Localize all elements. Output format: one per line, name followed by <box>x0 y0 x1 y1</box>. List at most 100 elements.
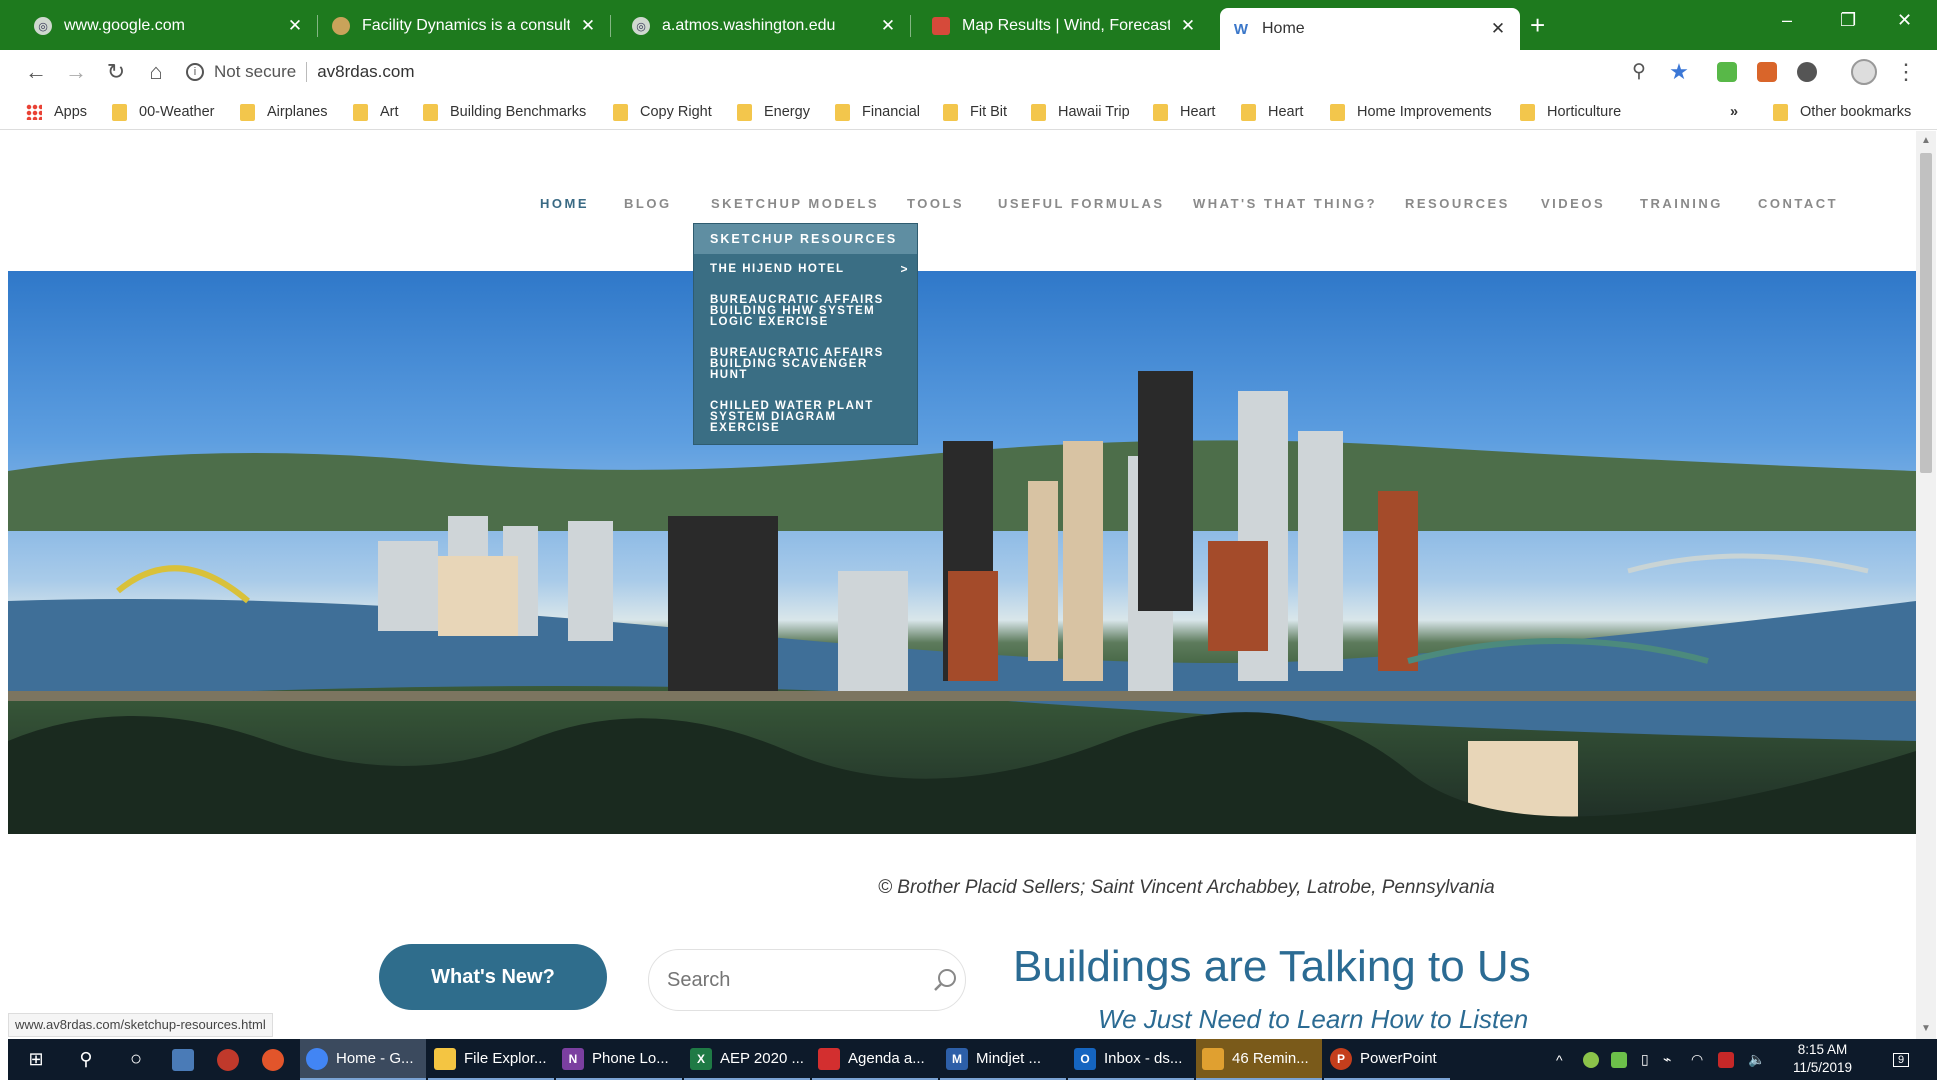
pinned-app-icon[interactable] <box>253 1039 293 1080</box>
volume-icon[interactable]: 🔈 <box>1748 1039 1765 1080</box>
scroll-up-icon[interactable]: ▲ <box>1921 135 1931 146</box>
notifications-icon[interactable]: 9 <box>1893 1039 1910 1080</box>
taskbar-excel[interactable]: X AEP 2020 ... <box>684 1039 810 1080</box>
taskbar-chrome[interactable]: Home - G... <box>300 1039 426 1080</box>
address-bar[interactable]: i Not secure av8rdas.com <box>186 56 415 88</box>
show-hidden-icons[interactable]: ^ <box>1556 1039 1563 1080</box>
close-icon[interactable]: ✕ <box>578 16 598 36</box>
folder-icon <box>1031 103 1046 121</box>
bookmark-folder[interactable]: Building Benchmarks <box>423 100 586 124</box>
tray-icon[interactable] <box>1611 1039 1627 1080</box>
menu-icon[interactable]: ⋮ <box>1892 58 1920 86</box>
other-bookmarks[interactable]: Other bookmarks <box>1773 100 1911 124</box>
minimize-icon[interactable]: – <box>1782 10 1792 31</box>
close-icon[interactable]: ✕ <box>1178 16 1198 36</box>
profile-avatar[interactable] <box>1851 59 1877 85</box>
nav-videos[interactable]: VIDEOS <box>1541 196 1605 211</box>
close-icon[interactable]: ✕ <box>878 16 898 36</box>
pdf-icon <box>818 1047 840 1070</box>
bookmark-folder[interactable]: Airplanes <box>240 100 327 124</box>
close-window-icon[interactable]: ✕ <box>1897 10 1912 31</box>
zoom-icon[interactable]: ⚲ <box>1625 58 1653 86</box>
bookmark-folder[interactable]: Copy Right <box>613 100 712 124</box>
tab-facility-dynamics[interactable]: Facility Dynamics is a consulting ✕ <box>320 7 611 45</box>
restore-icon[interactable]: ❐ <box>1840 10 1856 31</box>
nav-blog[interactable]: BLOG <box>624 196 672 211</box>
dropdown-item-chilled-water[interactable]: CHILLED WATER PLANT SYSTEM DIAGRAM EXERC… <box>694 391 917 444</box>
extension-icon[interactable] <box>1717 62 1737 82</box>
scroll-down-icon[interactable]: ▼ <box>1921 1023 1931 1034</box>
dropdown-item-hhw-exercise[interactable]: BUREAUCRATIC AFFAIRS BUILDING HHW SYSTEM… <box>694 285 917 338</box>
task-view-icon[interactable] <box>163 1039 203 1080</box>
nav-home[interactable]: HOME <box>540 196 589 211</box>
bookmark-star-icon[interactable]: ★ <box>1665 58 1693 86</box>
more-bookmarks-button[interactable]: » <box>1730 100 1738 124</box>
dropdown-item-scavenger-hunt[interactable]: BUREAUCRATIC AFFAIRS BUILDING SCAVENGER … <box>694 338 917 391</box>
extension-icon[interactable] <box>1797 62 1817 82</box>
search-icon[interactable] <box>932 967 958 993</box>
bookmark-label: Heart <box>1268 104 1304 120</box>
dropdown-header-sketchup-resources[interactable]: SKETCHUP RESOURCES <box>694 224 917 254</box>
nav-sketchup-models[interactable]: SKETCHUP MODELS <box>711 196 879 211</box>
taskbar-mindjet[interactable]: M Mindjet ... <box>940 1039 1066 1080</box>
bookmark-folder[interactable]: Fit Bit <box>943 100 1007 124</box>
bookmark-folder[interactable]: Home Improvements <box>1330 100 1492 124</box>
battery-icon[interactable]: ▯ <box>1641 1039 1649 1080</box>
nav-useful-formulas[interactable]: USEFUL FORMULAS <box>998 196 1165 211</box>
tab-atmos[interactable]: ◎ a.atmos.washington.edu ✕ <box>620 7 911 45</box>
tab-map-results[interactable]: Map Results | Wind, Forecast, Ra ✕ <box>920 7 1210 45</box>
close-icon[interactable]: ✕ <box>285 16 305 36</box>
skyline-illustration <box>8 371 1916 834</box>
bookmark-folder[interactable]: Hawaii Trip <box>1031 100 1130 124</box>
pinned-app-icon[interactable] <box>208 1039 248 1080</box>
extension-icon[interactable] <box>1757 62 1777 82</box>
bookmark-folder[interactable]: 00-Weather <box>112 100 215 124</box>
nav-resources[interactable]: RESOURCES <box>1405 196 1510 211</box>
nav-training[interactable]: TRAINING <box>1640 196 1723 211</box>
taskbar-reminders[interactable]: 46 Remin... <box>1196 1039 1322 1080</box>
bookmark-folder[interactable]: Heart <box>1241 100 1303 124</box>
folder-icon <box>1520 103 1535 121</box>
dropdown-item-label: BUREAUCRATIC AFFAIRS BUILDING HHW SYSTEM… <box>710 294 884 328</box>
taskbar-outlook[interactable]: O Inbox - ds... <box>1068 1039 1194 1080</box>
bookmark-folder[interactable]: Financial <box>835 100 920 124</box>
tab-google[interactable]: ◎ www.google.com ✕ <box>22 7 318 45</box>
wifi-icon[interactable]: ◠ <box>1691 1039 1703 1080</box>
bell-icon <box>1202 1047 1224 1070</box>
search-icon[interactable]: ⚲ <box>66 1039 106 1080</box>
bookmark-folder[interactable]: Energy <box>737 100 810 124</box>
bookmark-folder[interactable]: Art <box>353 100 399 124</box>
whats-new-button[interactable]: What's New? <box>379 944 607 1010</box>
windows-start-icon[interactable]: ⊞ <box>16 1039 56 1080</box>
tray-icon[interactable] <box>1718 1039 1734 1080</box>
reload-icon[interactable]: ↻ <box>102 58 130 86</box>
bookmark-folder[interactable]: Horticulture <box>1520 100 1621 124</box>
tray-icon[interactable] <box>1583 1039 1599 1080</box>
taskbar-powerpoint[interactable]: P PowerPoint <box>1324 1039 1450 1080</box>
bookmark-apps[interactable]: Apps <box>26 100 87 124</box>
nav-tools[interactable]: TOOLS <box>907 196 964 211</box>
taskbar-acrobat[interactable]: Agenda a... <box>812 1039 938 1080</box>
tab-home[interactable]: W Home ✕ <box>1220 8 1520 50</box>
taskbar-clock[interactable]: 8:15 AM 11/5/2019 <box>1793 1041 1852 1077</box>
close-icon[interactable]: ✕ <box>1488 19 1508 39</box>
back-icon[interactable]: ← <box>22 58 50 86</box>
taskbar-onenote[interactable]: N Phone Lo... <box>556 1039 682 1080</box>
apps-grid-icon <box>26 104 42 120</box>
subheadline: We Just Need to Learn How to Listen <box>1098 1004 1529 1034</box>
home-icon[interactable]: ⌂ <box>142 58 170 86</box>
bookmark-folder[interactable]: Heart <box>1153 100 1215 124</box>
scrollbar-thumb[interactable] <box>1920 153 1932 473</box>
clock-date: 11/5/2019 <box>1793 1060 1853 1075</box>
nav-whats-that-thing[interactable]: WHAT'S THAT THING? <box>1193 196 1377 211</box>
page-scrollbar[interactable]: ▲ ▼ <box>1916 131 1936 1039</box>
info-icon[interactable]: i <box>186 63 204 81</box>
nav-contact[interactable]: CONTACT <box>1758 196 1838 211</box>
taskbar-file-explorer[interactable]: File Explor... <box>428 1039 554 1080</box>
dropdown-item-hijend-hotel[interactable]: THE HIJEND HOTEL > <box>694 254 917 285</box>
cortana-icon[interactable]: ○ <box>116 1039 156 1080</box>
search-input[interactable] <box>667 968 932 992</box>
new-tab-button[interactable]: + <box>1530 10 1545 41</box>
network-icon[interactable]: ⌁ <box>1663 1039 1671 1080</box>
forward-icon[interactable]: → <box>62 58 90 86</box>
